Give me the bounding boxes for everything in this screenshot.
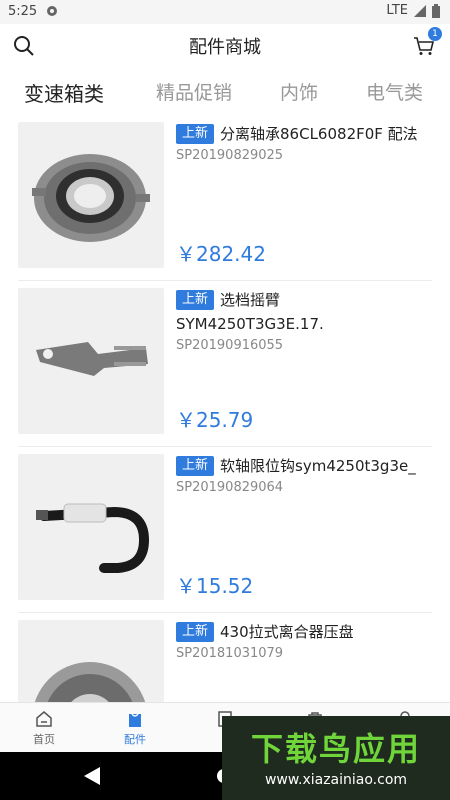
product-name-line2: SYM4250T3G3E.17. bbox=[176, 315, 324, 333]
nav-home-label: 首页 bbox=[33, 733, 55, 746]
category-tabs: 变速箱类 精品促销 内饰 电气类 bbox=[0, 68, 450, 112]
watermark-title: 下载鸟应用 bbox=[250, 730, 421, 768]
product-price: ￥282.42 bbox=[176, 242, 266, 266]
product-name: 上新 430拉式离合器压盘 bbox=[176, 620, 432, 644]
product-item[interactable]: 上新 选档摇臂 SYM4250T3G3E.17. SP20190916055 ￥2… bbox=[18, 280, 432, 447]
tab-interior[interactable]: 内饰 bbox=[280, 78, 318, 105]
product-title: 430拉式离合器压盘 bbox=[220, 623, 354, 641]
status-time: 5:25 bbox=[8, 4, 38, 19]
status-bar: 5:25 LTE bbox=[0, 0, 450, 24]
home-icon bbox=[36, 711, 52, 727]
tab-transmission[interactable]: 变速箱类 bbox=[24, 78, 104, 107]
product-image-shift-arm bbox=[18, 288, 164, 434]
product-image-cable-hook bbox=[18, 454, 164, 600]
product-title: 分离轴承86CL6082F0F 配法 bbox=[220, 125, 418, 143]
new-badge: 上新 bbox=[176, 456, 215, 476]
product-name: 上新 选档摇臂 bbox=[176, 288, 432, 312]
watermark-url: www.xiazainiao.com bbox=[264, 772, 408, 788]
app-header: 配件商城 1 bbox=[0, 24, 450, 68]
sync-icon bbox=[47, 6, 57, 16]
product-sku: SP20190829025 bbox=[176, 148, 284, 163]
product-name: 上新 分离轴承86CL6082F0F 配法 bbox=[176, 122, 432, 146]
network-label: LTE bbox=[386, 3, 408, 18]
nav-home[interactable]: 首页 bbox=[14, 709, 74, 747]
product-sku: SP20190829064 bbox=[176, 480, 284, 495]
page-title: 配件商城 bbox=[189, 37, 261, 58]
product-item[interactable]: 上新 软轴限位钩sym4250t3g3e_ SP20190829064 ￥15.5… bbox=[18, 446, 432, 613]
product-price: ￥15.52 bbox=[176, 574, 254, 598]
product-item[interactable]: 上新 430拉式离合器压盘 SP20181031079 bbox=[18, 612, 432, 702]
new-badge: 上新 bbox=[176, 124, 215, 144]
tab-promotions[interactable]: 精品促销 bbox=[156, 78, 232, 105]
product-title: 选档摇臂 bbox=[220, 291, 281, 309]
product-sku: SP20190916055 bbox=[176, 338, 284, 353]
product-image-release-bearing bbox=[18, 122, 164, 268]
search-icon[interactable] bbox=[12, 34, 36, 58]
product-title: 软轴限位钩sym4250t3g3e_ bbox=[220, 457, 416, 475]
signal-icon bbox=[414, 4, 426, 17]
product-item[interactable]: 上新 分离轴承86CL6082F0F 配法 SP20190829025 ￥282.… bbox=[18, 114, 432, 281]
new-badge: 上新 bbox=[176, 290, 215, 310]
product-image-pressure-plate bbox=[18, 620, 164, 702]
tab-electrical[interactable]: 电气类 bbox=[366, 78, 423, 105]
product-name: 上新 软轴限位钩sym4250t3g3e_ bbox=[176, 454, 432, 478]
battery-icon bbox=[432, 3, 440, 18]
new-badge: 上新 bbox=[176, 622, 215, 642]
product-price: ￥25.79 bbox=[176, 408, 254, 432]
back-icon[interactable] bbox=[84, 767, 100, 785]
parts-icon bbox=[129, 713, 141, 727]
product-list: 上新 分离轴承86CL6082F0F 配法 SP20190829025 ￥282.… bbox=[0, 114, 450, 702]
nav-parts-label: 配件 bbox=[124, 733, 146, 746]
nav-parts[interactable]: 配件 bbox=[105, 709, 165, 747]
product-sku: SP20181031079 bbox=[176, 646, 284, 661]
watermark-logo: 下载鸟应用 www.xiazainiao.com bbox=[222, 716, 450, 800]
cart-badge: 1 bbox=[428, 27, 442, 41]
